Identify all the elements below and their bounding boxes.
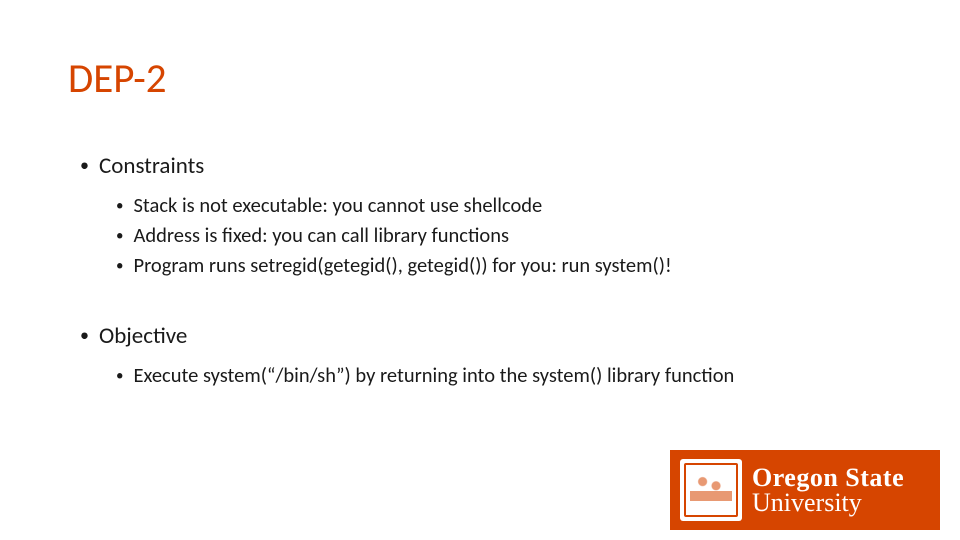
bullet-dot-icon: • <box>116 227 123 245</box>
bullet-dot-icon: • <box>116 197 123 215</box>
slide-content: • Constraints • Stack is not executable:… <box>68 152 892 388</box>
bullet-dot-icon: • <box>80 324 89 346</box>
spacer <box>68 282 892 322</box>
osu-logo-text: Oregon State University <box>752 464 904 517</box>
bullet-dot-icon: • <box>80 154 89 176</box>
bullet-item: • Address is fixed: you can call library… <box>116 222 892 248</box>
bullet-text: Objective <box>99 322 187 350</box>
bullet-dot-icon: • <box>116 257 123 275</box>
osu-seal-icon <box>680 459 742 521</box>
slide: DEP-2 • Constraints • Stack is not execu… <box>0 0 960 540</box>
logo-line2: University <box>752 489 904 516</box>
logo-line1: Oregon State <box>752 464 904 491</box>
bullet-dot-icon: • <box>116 367 123 385</box>
bullet-objective: • Objective <box>80 322 892 350</box>
bullet-text: Address is fixed: you can call library f… <box>133 222 509 248</box>
bullet-item: • Program runs setregid(getegid(), geteg… <box>116 252 892 278</box>
bullet-text: Constraints <box>99 152 204 180</box>
bullet-text: Program runs setregid(getegid(), getegid… <box>133 252 671 278</box>
bullet-item: • Stack is not executable: you cannot us… <box>116 192 892 218</box>
bullet-text: Stack is not executable: you cannot use … <box>133 192 542 218</box>
osu-logo: Oregon State University <box>670 450 940 530</box>
bullet-item: • Execute system(“/bin/sh”) by returning… <box>116 362 892 388</box>
bullet-text: Execute system(“/bin/sh”) by returning i… <box>133 362 734 388</box>
bullet-constraints: • Constraints <box>80 152 892 180</box>
slide-title: DEP-2 <box>68 54 892 104</box>
